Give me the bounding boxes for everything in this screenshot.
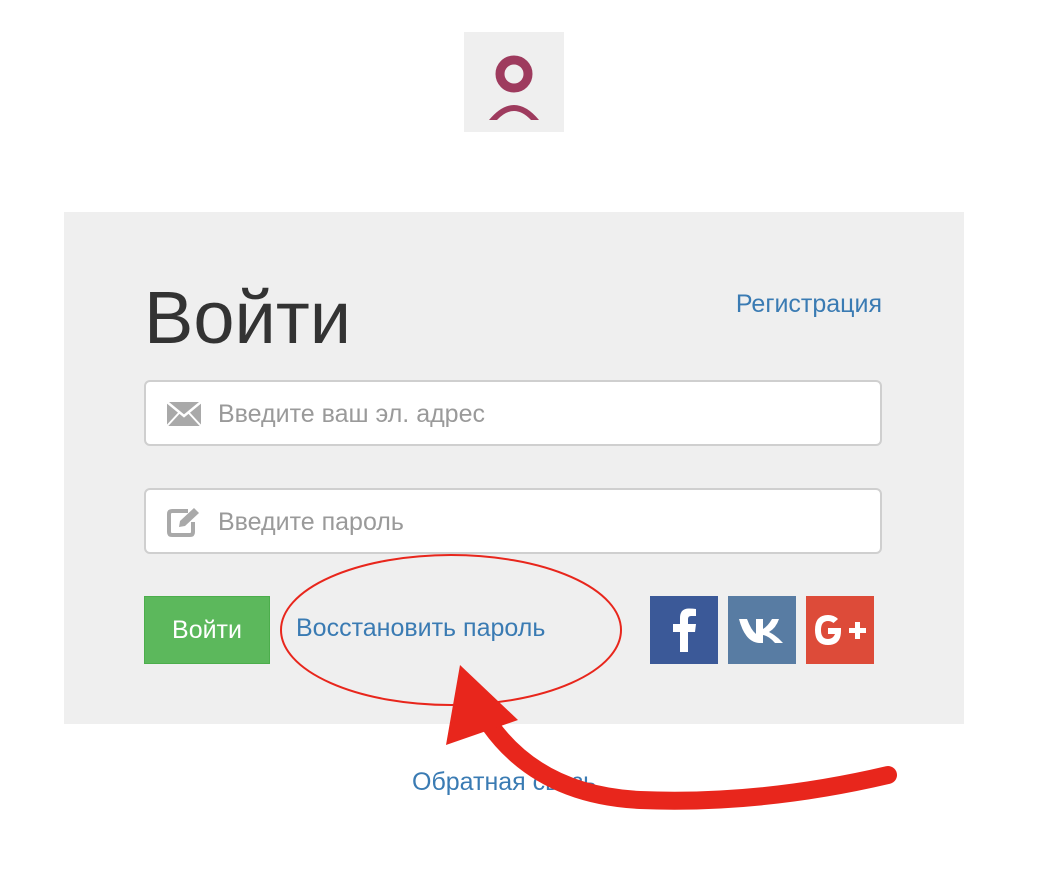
vk-icon [739, 619, 783, 643]
edit-pencil-icon [166, 507, 202, 537]
password-input[interactable] [216, 490, 860, 554]
google-plus-icon [815, 615, 866, 645]
site-logo[interactable] [464, 32, 564, 132]
email-field[interactable] [144, 380, 882, 446]
page-title: Войти [144, 276, 352, 359]
recover-password-link[interactable]: Восстановить пароль [296, 614, 545, 643]
facebook-icon [673, 608, 696, 652]
email-input[interactable] [216, 382, 860, 446]
vk-login-button[interactable] [728, 596, 796, 664]
login-card: Войти Регистрация Войти Восстановить пар… [64, 212, 964, 724]
facebook-login-button[interactable] [650, 596, 718, 664]
envelope-icon [166, 399, 202, 429]
register-link[interactable]: Регистрация [736, 290, 882, 319]
login-button[interactable]: Войти [144, 596, 270, 664]
google-plus-login-button[interactable] [806, 596, 874, 664]
user-avatar-logo-icon [489, 55, 539, 120]
feedback-link[interactable]: Обратная связь [412, 768, 596, 797]
password-field[interactable] [144, 488, 882, 554]
